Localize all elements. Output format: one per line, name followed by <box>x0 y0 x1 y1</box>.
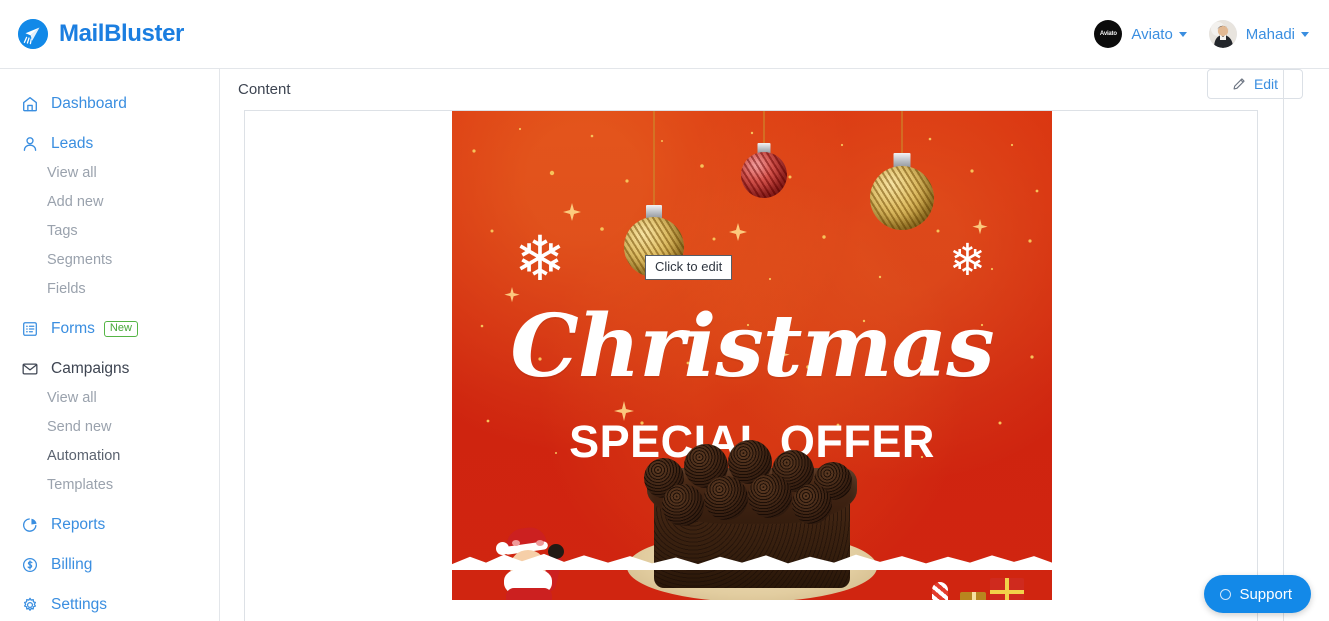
dollar-circle-icon <box>21 556 39 574</box>
aviato-avatar-text: Aviato <box>1099 30 1117 38</box>
ornament-string <box>901 111 903 155</box>
email-content-card: ❄ ❄ Christmas SPECIAL OFFER Click to edi… <box>244 110 1258 621</box>
edit-button[interactable]: Edit <box>1207 69 1303 99</box>
sidebar-item-leads[interactable]: Leads <box>0 129 219 158</box>
gear-icon <box>21 596 39 614</box>
support-button[interactable]: Support <box>1204 575 1311 613</box>
form-list-icon <box>21 320 39 338</box>
santa-cheek <box>536 540 544 546</box>
aviato-logo-avatar: Aviato <box>1094 20 1123 48</box>
ornament-string <box>653 111 655 207</box>
truffle <box>662 484 704 526</box>
workspace-switcher-aviato[interactable]: Aviato Aviato <box>1094 20 1187 48</box>
sidebar-item-billing[interactable]: Billing <box>0 550 219 579</box>
top-bar: MailBluster Aviato Aviato Mahadi <box>0 0 1329 69</box>
gold-ornament <box>864 111 940 311</box>
snowflake-icon: ❄ <box>514 225 566 294</box>
sidebar-item-campaigns-templates[interactable]: Templates <box>0 470 219 499</box>
sidebar-item-label: Billing <box>51 555 93 573</box>
santa-cheek <box>512 540 520 546</box>
lifebuoy-icon <box>1220 588 1232 600</box>
sidebar-item-label: Forms <box>51 319 95 337</box>
sidebar-item-dashboard[interactable]: Dashboard <box>0 89 219 118</box>
right-rail-divider <box>1283 69 1284 621</box>
sidebar-item-campaigns-view-all[interactable]: View all <box>0 383 219 412</box>
sidebar-item-label: Reports <box>51 515 106 533</box>
chevron-down-icon <box>1178 31 1187 37</box>
user-menu-mahadi[interactable]: Mahadi <box>1208 20 1309 48</box>
banner-headline-script: Christmas <box>510 296 994 397</box>
content-header: Content Edit <box>220 69 1329 110</box>
gift-ribbon-horizontal <box>990 589 1024 594</box>
envelope-icon <box>21 360 39 378</box>
snow-ground <box>452 600 1052 621</box>
user-photo-avatar <box>1208 20 1237 48</box>
chevron-down-icon <box>1301 31 1309 37</box>
sidebar-item-label: Campaigns <box>51 359 130 377</box>
topbar-account-area: Aviato Aviato Mahadi <box>1094 20 1309 48</box>
ornament-string <box>763 111 765 145</box>
truffle <box>704 476 748 520</box>
sidebar-item-campaigns-automation[interactable]: Automation <box>0 441 219 470</box>
page-title: Content <box>238 81 291 98</box>
sidebar-item-leads-fields[interactable]: Fields <box>0 274 219 303</box>
sidebar-item-campaigns[interactable]: Campaigns <box>0 354 219 383</box>
sidebar-item-leads-tags[interactable]: Tags <box>0 216 219 245</box>
sidebar-item-label: Leads <box>51 134 94 152</box>
truffle <box>792 484 832 524</box>
sidebar-item-forms[interactable]: Forms New <box>0 314 219 343</box>
main-content-area: Content Edit ❄ ❄ Christmas SPECIAL OFFER… <box>220 69 1329 621</box>
brand-name: MailBluster <box>59 20 184 47</box>
sidebar-item-label: Settings <box>51 595 108 613</box>
sidebar-item-leads-segments[interactable]: Segments <box>0 245 219 274</box>
sidebar-item-leads-view-all[interactable]: View all <box>0 158 219 187</box>
status-badge-new: New <box>103 320 138 337</box>
pencil-icon <box>1232 77 1246 91</box>
user-icon <box>21 135 39 153</box>
ornament-ball <box>870 166 934 230</box>
sidebar-item-leads-add-new[interactable]: Add new <box>0 187 219 216</box>
workspace-label: Aviato <box>1131 25 1173 43</box>
click-to-edit-tooltip[interactable]: Click to edit <box>645 255 733 281</box>
user-label: Mahadi <box>1245 25 1295 43</box>
support-button-label: Support <box>1239 585 1292 603</box>
snowflake-icon: ❄ <box>949 236 986 285</box>
sidebar-item-reports[interactable]: Reports <box>0 510 219 539</box>
sidebar-item-label: Dashboard <box>51 94 127 112</box>
sidebar-item-campaigns-send-new[interactable]: Send new <box>0 412 219 441</box>
snow-ground-edge <box>452 553 1052 570</box>
red-ornament <box>734 111 794 291</box>
sidebar: Dashboard Leads View all Add new Tags Se… <box>0 69 220 621</box>
home-icon <box>21 95 39 113</box>
pie-chart-icon <box>21 516 39 534</box>
chocolate-truffle-cake <box>592 422 912 612</box>
ornament-ball <box>741 152 787 198</box>
sidebar-item-settings[interactable]: Settings <box>0 590 219 619</box>
truffle <box>748 474 792 518</box>
paper-plane-logo-icon <box>18 19 48 49</box>
brand-logo[interactable]: MailBluster <box>18 19 184 49</box>
edit-button-label: Edit <box>1253 76 1279 92</box>
email-banner-image[interactable]: ❄ ❄ Christmas SPECIAL OFFER <box>452 111 1052 621</box>
